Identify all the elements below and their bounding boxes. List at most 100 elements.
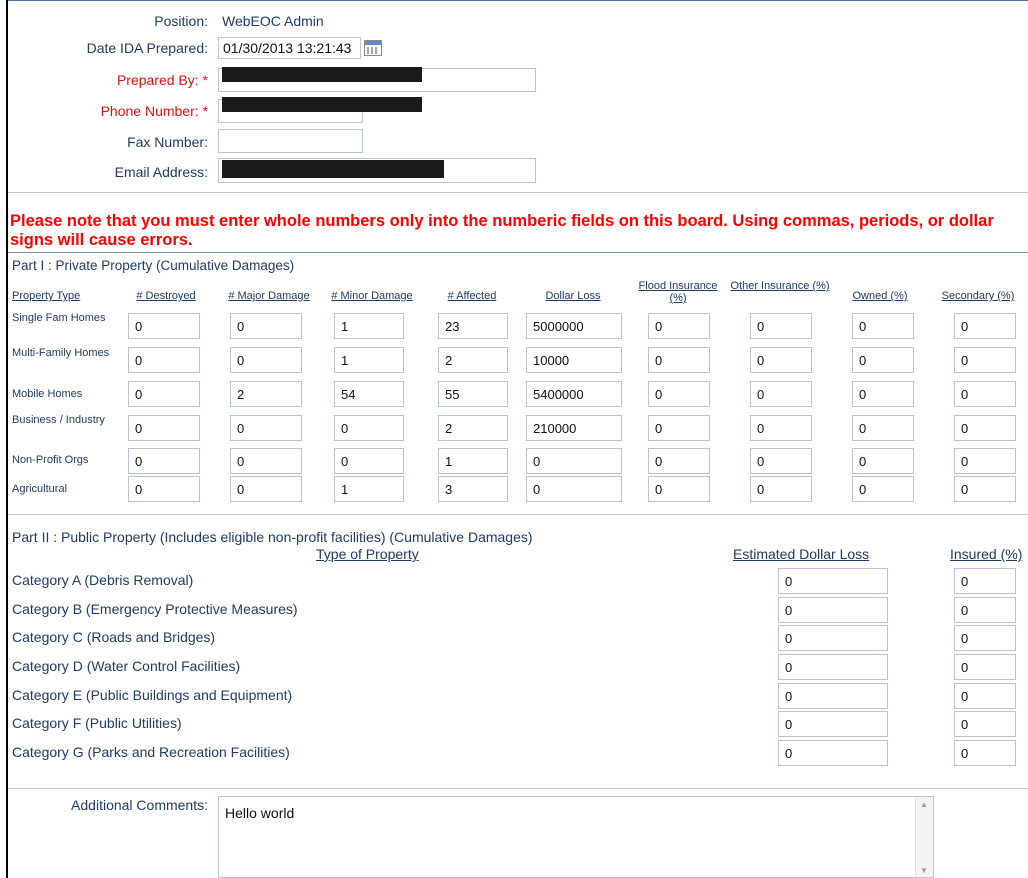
estimated-loss-input[interactable]: 0 [778,625,888,651]
minor-damage-input[interactable]: 1 [334,347,404,373]
destroyed-input[interactable]: 0 [128,313,200,339]
numeric-warning: Please note that you must enter whole nu… [10,212,994,249]
dollar-loss-input[interactable]: 0 [526,448,622,474]
flood-insurance-input[interactable]: 0 [648,476,710,502]
destroyed-input[interactable]: 0 [128,448,200,474]
category-label: Category F (Public Utilities) [12,715,182,731]
owned-input[interactable]: 0 [852,476,914,502]
col-destroyed[interactable]: # Destroyed [126,290,206,302]
dollar-loss-input[interactable]: 5000000 [526,313,622,339]
dollar-loss-input[interactable]: 5400000 [526,381,622,407]
other-insurance-input[interactable]: 0 [750,347,812,373]
owned-input[interactable]: 0 [852,415,914,441]
col-dollar-loss[interactable]: Dollar Loss [530,290,616,302]
destroyed-input[interactable]: 0 [128,415,200,441]
comments-text: Hello world [225,805,295,821]
flood-insurance-input[interactable]: 0 [648,347,710,373]
major-damage-input[interactable]: 0 [230,347,302,373]
col-type-of-property[interactable]: Type of Property [316,546,419,562]
affected-input[interactable]: 23 [438,313,508,339]
dollar-loss-input[interactable]: 0 [526,476,622,502]
owned-input[interactable]: 0 [852,381,914,407]
estimated-loss-input[interactable]: 0 [778,568,888,594]
divider [8,514,1028,515]
insured-input[interactable]: 0 [954,654,1016,680]
insured-input[interactable]: 0 [954,625,1016,651]
insured-input[interactable]: 0 [954,683,1016,709]
minor-damage-input[interactable]: 0 [334,415,404,441]
col-flood-insurance[interactable]: Flood Insurance (%) [630,280,726,304]
affected-input[interactable]: 1 [438,448,508,474]
owned-input[interactable]: 0 [852,347,914,373]
minor-damage-input[interactable]: 0 [334,448,404,474]
window-left-border [6,0,8,878]
major-damage-input[interactable]: 0 [230,448,302,474]
other-insurance-input[interactable]: 0 [750,415,812,441]
date-field[interactable]: 01/30/2013 13:21:43 [218,37,361,59]
insured-input[interactable]: 0 [954,711,1016,737]
major-damage-input[interactable]: 2 [230,381,302,407]
estimated-loss-input[interactable]: 0 [778,711,888,737]
other-insurance-input[interactable]: 0 [750,313,812,339]
flood-insurance-input[interactable]: 0 [648,448,710,474]
affected-input[interactable]: 2 [438,415,508,441]
estimated-loss-input[interactable]: 0 [778,654,888,680]
fax-label: Fax Number: [127,134,208,150]
comments-textarea[interactable]: Hello world ▲ ▼ [218,796,934,878]
secondary-input[interactable]: 0 [954,347,1016,373]
divider [8,192,1028,193]
other-insurance-input[interactable]: 0 [750,476,812,502]
destroyed-input[interactable]: 0 [128,381,200,407]
flood-insurance-input[interactable]: 0 [648,313,710,339]
owned-input[interactable]: 0 [852,448,914,474]
estimated-loss-input[interactable]: 0 [778,740,888,766]
other-insurance-input[interactable]: 0 [750,448,812,474]
destroyed-input[interactable]: 0 [128,347,200,373]
minor-damage-input[interactable]: 54 [334,381,404,407]
calendar-icon[interactable] [364,40,382,56]
minor-damage-input[interactable]: 1 [334,313,404,339]
col-other-insurance[interactable]: Other Insurance (%) [730,280,830,292]
secondary-input[interactable]: 0 [954,381,1016,407]
affected-input[interactable]: 2 [438,347,508,373]
col-insured[interactable]: Insured (%) [950,546,1022,562]
fax-field[interactable] [218,129,363,153]
scroll-up-icon[interactable]: ▲ [920,800,928,809]
insured-input[interactable]: 0 [954,597,1016,623]
affected-input[interactable]: 55 [438,381,508,407]
col-major-damage[interactable]: # Major Damage [218,290,320,302]
secondary-input[interactable]: 0 [954,448,1016,474]
email-label: Email Address: [114,164,208,180]
textarea-scrollbar[interactable]: ▲ ▼ [915,797,933,877]
redaction-bar [222,67,422,82]
secondary-input[interactable]: 0 [954,313,1016,339]
col-minor-damage[interactable]: # Minor Damage [322,290,422,302]
col-estimated-loss[interactable]: Estimated Dollar Loss [733,546,869,562]
affected-input[interactable]: 3 [438,476,508,502]
scroll-down-icon[interactable]: ▼ [920,866,928,875]
flood-insurance-input[interactable]: 0 [648,381,710,407]
divider [8,252,1028,253]
col-secondary[interactable]: Secondary (%) [928,290,1028,302]
flood-insurance-input[interactable]: 0 [648,415,710,441]
major-damage-input[interactable]: 0 [230,476,302,502]
category-label: Category A (Debris Removal) [12,572,194,588]
secondary-input[interactable]: 0 [954,476,1016,502]
major-damage-input[interactable]: 0 [230,313,302,339]
col-affected[interactable]: # Affected [436,290,508,302]
estimated-loss-input[interactable]: 0 [778,597,888,623]
dollar-loss-input[interactable]: 10000 [526,347,622,373]
col-owned[interactable]: Owned (%) [844,290,916,302]
col-property-type[interactable]: Property Type [12,290,112,302]
destroyed-input[interactable]: 0 [128,476,200,502]
major-damage-input[interactable]: 0 [230,415,302,441]
date-label: Date IDA Prepared: [86,40,208,56]
insured-input[interactable]: 0 [954,740,1016,766]
other-insurance-input[interactable]: 0 [750,381,812,407]
owned-input[interactable]: 0 [852,313,914,339]
estimated-loss-input[interactable]: 0 [778,683,888,709]
dollar-loss-input[interactable]: 210000 [526,415,622,441]
secondary-input[interactable]: 0 [954,415,1016,441]
insured-input[interactable]: 0 [954,568,1016,594]
minor-damage-input[interactable]: 1 [334,476,404,502]
